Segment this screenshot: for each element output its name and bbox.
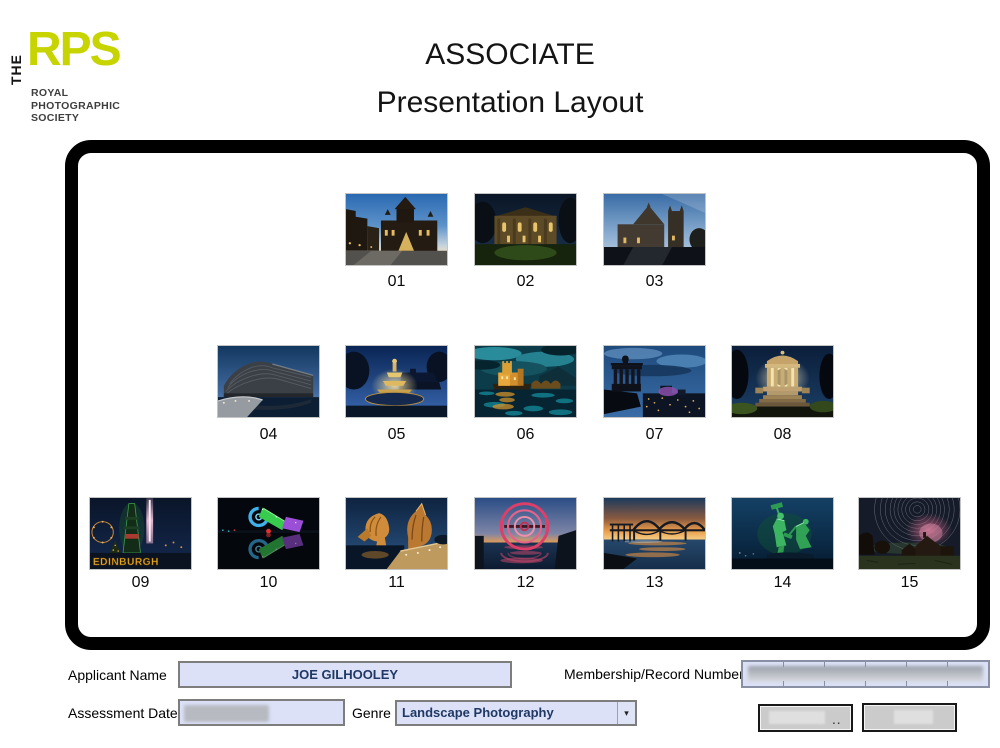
button-dots: .. — [832, 716, 842, 727]
comb-divider — [824, 681, 825, 686]
photo-caption: 06 — [474, 426, 577, 444]
castle-loch-night-image — [475, 346, 576, 417]
comb-divider — [824, 662, 825, 667]
photo-thumbnail-11 — [345, 497, 448, 570]
rps-presentation-layout-page: THE RPS ROYAL PHOTOGRAPHIC SOCIETY ASSOC… — [0, 0, 1000, 748]
photo-thumbnail-02 — [474, 193, 577, 266]
photo-caption: 14 — [731, 574, 834, 592]
comb-divider — [947, 662, 948, 667]
comb-divider — [906, 681, 907, 686]
photo-thumbnail-13 — [603, 497, 706, 570]
logo-subtitle: ROYAL PHOTOGRAPHIC SOCIETY — [31, 87, 120, 125]
cathedral-street-dusk-image — [346, 194, 447, 265]
logo-the-text: THE — [8, 37, 24, 85]
logo-subtitle-line1: ROYAL — [31, 87, 120, 100]
comb-divider — [783, 681, 784, 686]
photo-caption: 12 — [474, 574, 577, 592]
photo-thumbnail-06 — [474, 345, 577, 418]
assessment-date-redacted-value — [184, 705, 269, 722]
assessment-date-field[interactable] — [178, 699, 345, 726]
comb-divider — [865, 662, 866, 667]
page-title: ASSOCIATE — [250, 38, 770, 72]
comb-divider — [783, 662, 784, 667]
photo-thumbnail-07 — [603, 345, 706, 418]
applicant-name-field[interactable]: JOE GILHOOLEY — [178, 661, 512, 688]
photo-thumbnail-04 — [217, 345, 320, 418]
comb-divider — [906, 662, 907, 667]
kelpies-night-image — [346, 498, 447, 569]
membership-number-label: Membership/Record Number — [564, 666, 744, 682]
redacted-button-1[interactable]: .. — [758, 704, 853, 732]
wheel-colour-reflection-image — [218, 498, 319, 569]
photo-caption: 11 — [345, 574, 448, 592]
photo-caption: 03 — [603, 273, 706, 291]
photo-caption: 08 — [731, 426, 834, 444]
page-subtitle: Presentation Layout — [250, 86, 770, 120]
stone-temple-image — [732, 346, 833, 417]
photo-thumbnail-01 — [345, 193, 448, 266]
button-redacted-label — [894, 710, 933, 724]
genre-selected-value: Landscape Photography — [402, 702, 635, 724]
chapel-night-image — [475, 194, 576, 265]
logo-subtitle-line2: PHOTOGRAPHIC — [31, 100, 120, 113]
photo-thumbnail-08 — [731, 345, 834, 418]
photo-caption: 09 — [89, 574, 192, 592]
photo-thumbnail-15 — [858, 497, 961, 570]
logo-subtitle-line3: SOCIETY — [31, 112, 120, 125]
genre-label: Genre — [352, 705, 391, 721]
photo-thumbnail-10 — [217, 497, 320, 570]
membership-number-field[interactable] — [741, 660, 990, 688]
photo-thumbnail-03 — [603, 193, 706, 266]
monument-cityscape-image — [604, 346, 705, 417]
button-redacted-label — [769, 711, 825, 724]
green-statues-image — [732, 498, 833, 569]
comb-divider — [865, 681, 866, 686]
photo-caption: 10 — [217, 574, 320, 592]
abbey-dusk-image — [604, 194, 705, 265]
fountain-castle-image — [346, 346, 447, 417]
wheel-red-rings-image — [475, 498, 576, 569]
redacted-button-2[interactable] — [862, 703, 957, 732]
genre-dropdown[interactable]: Landscape Photography ▾ — [395, 700, 637, 726]
photo-caption: 02 — [474, 273, 577, 291]
photo-thumbnail-09: EDINBURGH — [89, 497, 192, 570]
edinburgh-sign-text: EDINBURGH — [93, 557, 159, 568]
chevron-down-icon: ▾ — [624, 708, 629, 719]
logo-rps-text: RPS — [27, 22, 120, 77]
photo-caption: 15 — [858, 574, 961, 592]
assessment-date-label: Assessment Date — [68, 705, 178, 721]
museum-reflection-image — [218, 346, 319, 417]
applicant-name-value: JOE GILHOOLEY — [180, 663, 510, 686]
photo-caption: 05 — [345, 426, 448, 444]
photo-thumbnail-05 — [345, 345, 448, 418]
photo-caption: 04 — [217, 426, 320, 444]
photo-caption: 01 — [345, 273, 448, 291]
applicant-name-label: Applicant Name — [68, 667, 167, 683]
comb-divider — [947, 681, 948, 686]
genre-dropdown-button[interactable]: ▾ — [617, 702, 635, 724]
photo-caption: 07 — [603, 426, 706, 444]
photo-caption: 13 — [603, 574, 706, 592]
star-trails-aurora-image — [859, 498, 960, 569]
photo-thumbnail-14 — [731, 497, 834, 570]
forth-bridge-sunset-image — [604, 498, 705, 569]
membership-number-redacted-value — [748, 666, 983, 682]
photo-thumbnail-12 — [474, 497, 577, 570]
christmas-lights-image: EDINBURGH — [90, 498, 191, 569]
